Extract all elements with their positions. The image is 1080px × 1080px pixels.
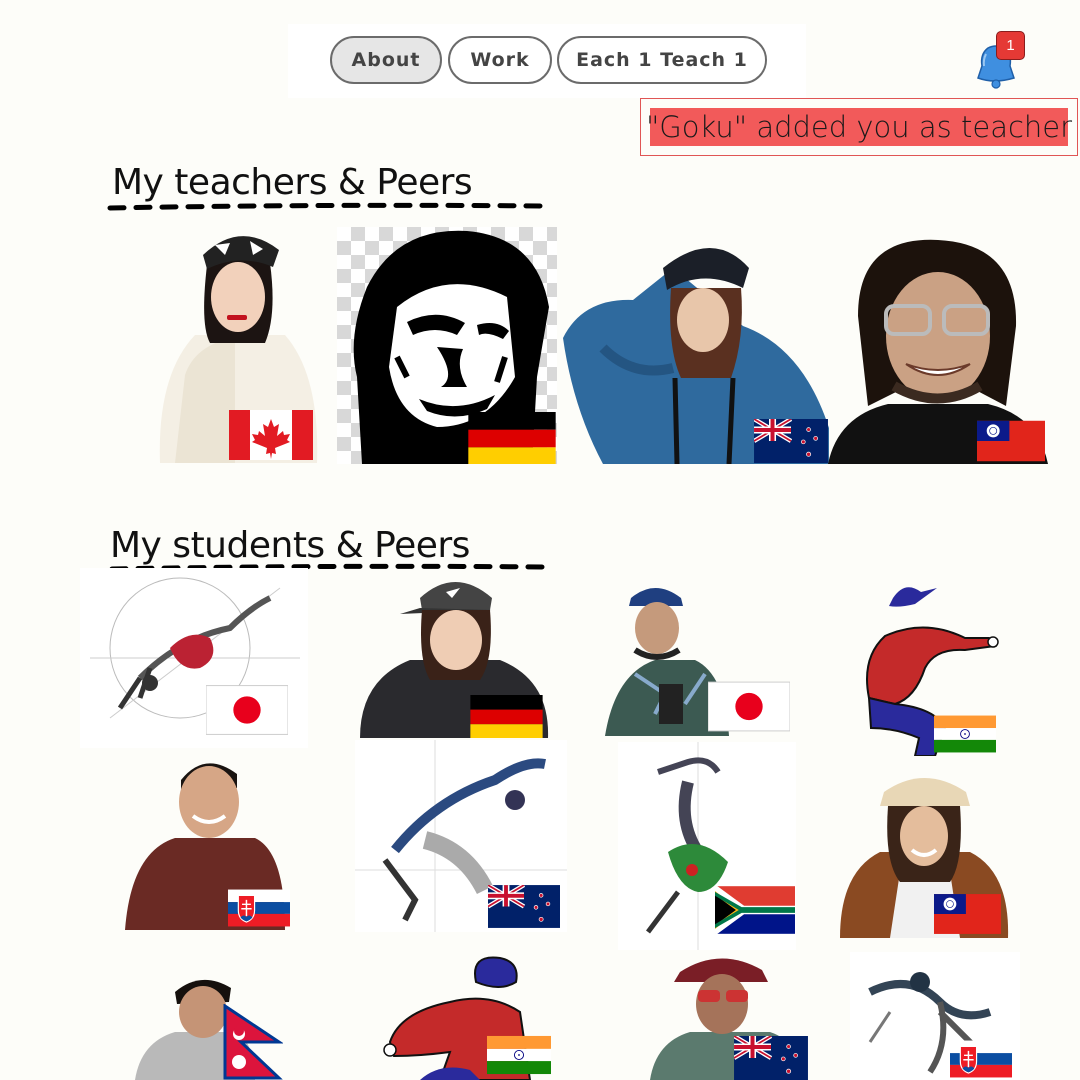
flag-nepal-icon (223, 1004, 283, 1080)
student-card[interactable] (355, 740, 567, 932)
student-card[interactable] (840, 772, 1010, 938)
flag-canada-icon (229, 410, 313, 460)
notification-toast[interactable]: "Goku" added you as teacher (640, 98, 1078, 156)
flag-slovakia-icon (950, 1038, 1012, 1080)
student-card[interactable] (855, 578, 1000, 756)
teacher-card[interactable] (828, 236, 1050, 464)
flag-slovakia-icon (228, 887, 290, 929)
student-card[interactable] (360, 570, 550, 738)
student-card[interactable] (618, 742, 796, 950)
flag-taiwan-icon (977, 419, 1045, 463)
flag-japan-icon (206, 683, 288, 737)
flag-south-africa-icon (715, 885, 795, 935)
teacher-card[interactable] (337, 227, 557, 464)
teacher-card[interactable] (563, 228, 831, 464)
flag-new-zealand-icon (488, 885, 560, 928)
teachers-section-title: My teachers & Peers (112, 162, 473, 203)
flag-japan-icon (708, 679, 790, 734)
teacher-card[interactable] (155, 225, 320, 463)
student-card[interactable] (80, 568, 308, 748)
student-card[interactable] (650, 952, 812, 1080)
nav-work-button[interactable]: Work (448, 36, 552, 84)
notification-message: "Goku" added you as teacher (645, 108, 1073, 146)
flag-new-zealand-icon (734, 1036, 808, 1080)
student-card[interactable] (595, 584, 795, 736)
student-card[interactable] (125, 752, 290, 930)
flag-india-icon (487, 1034, 551, 1076)
flag-taiwan-icon (934, 892, 1001, 936)
flag-germany-icon (468, 412, 556, 464)
flag-new-zealand-icon (754, 419, 828, 463)
nav-about-button[interactable]: About (330, 36, 442, 84)
flag-germany-icon (469, 695, 544, 738)
nav-each-1-teach-1-button[interactable]: Each 1 Teach 1 (557, 36, 767, 84)
student-card[interactable] (850, 952, 1020, 1080)
student-card[interactable] (380, 952, 555, 1080)
student-card[interactable] (135, 972, 285, 1080)
flag-india-icon (934, 713, 996, 755)
notification-count-badge[interactable]: 1 (996, 31, 1025, 60)
section-underline (107, 202, 545, 211)
